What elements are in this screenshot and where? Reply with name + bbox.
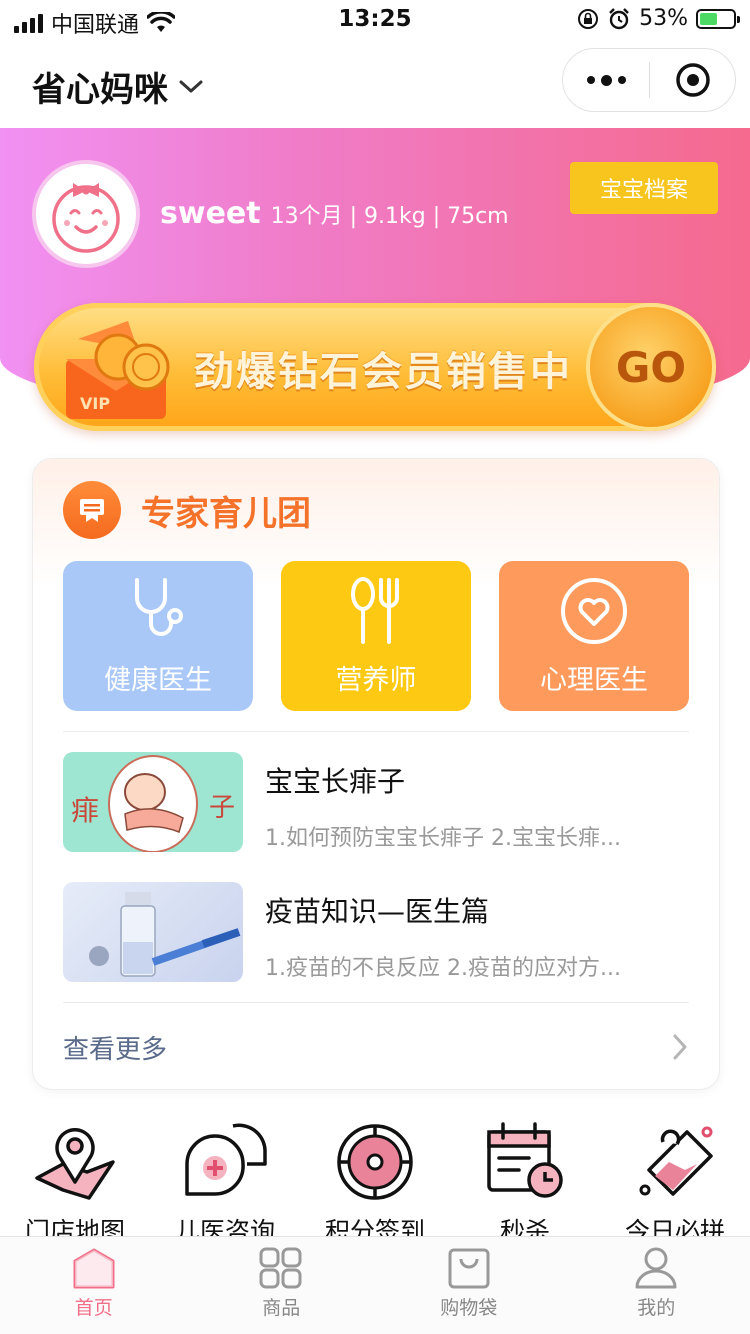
grid-icon xyxy=(259,1247,302,1289)
bottom-tab-bar: 首页 商品 购物袋 我的 xyxy=(0,1236,750,1334)
baby-summary: sweet 13个月 | 9.1kg | 75cm xyxy=(160,196,509,231)
vaccine-vial-illustration xyxy=(89,892,241,977)
more-options-button[interactable] xyxy=(563,49,649,111)
status-bar: 中国联通 13:25 53% xyxy=(0,0,750,40)
chevron-down-icon xyxy=(179,80,203,92)
expert-parenting-card: 专家育儿团 健康医生 营养师 心理医生 痱 子 宝宝长痱子 1.如何预防宝宝长痱… xyxy=(32,458,720,1090)
group-buy-icon xyxy=(630,1120,720,1204)
vip-promo-banner[interactable]: VIP 劲爆钻石会员销售中 GO xyxy=(34,303,716,431)
baby-archive-button[interactable]: 宝宝档案 xyxy=(570,162,718,214)
close-miniprogram-button[interactable] xyxy=(650,62,735,98)
more-dot-icon xyxy=(586,76,595,84)
vip-coins-icon: VIP xyxy=(66,321,170,419)
quick-label: 儿医咨询 xyxy=(174,1217,275,1236)
quick-label: 秒杀 xyxy=(499,1217,550,1236)
medical-chat-icon xyxy=(180,1120,270,1204)
page-title: 省心妈咪 xyxy=(32,70,168,110)
tile-health-doctor[interactable]: 健康医生 xyxy=(63,561,253,711)
battery-percent: 53% xyxy=(639,6,688,31)
article-text: 宝宝长痱子 1.如何预防宝宝长痱子 2.宝宝长痱... xyxy=(265,752,689,852)
points-checkin-icon xyxy=(330,1120,420,1204)
quick-label: 今日必拼 xyxy=(624,1217,725,1236)
article-thumbnail xyxy=(63,882,243,982)
baby-name: sweet xyxy=(160,196,261,231)
thumb-char-left: 痱 xyxy=(71,794,99,827)
vip-label: VIP xyxy=(80,394,110,413)
article-description: 1.如何预防宝宝长痱子 2.宝宝长痱... xyxy=(265,826,621,851)
stethoscope-icon xyxy=(135,578,183,636)
home-icon xyxy=(73,1248,115,1289)
quick-points-checkin[interactable]: 积分签到 xyxy=(300,1120,450,1236)
article-thumbnail: 痱 子 xyxy=(63,752,243,852)
quick-flash-sale[interactable]: 秒杀 xyxy=(450,1120,600,1236)
chevron-right-icon xyxy=(673,1034,687,1060)
bookmark-badge-icon xyxy=(63,481,121,539)
tab-label: 购物袋 xyxy=(440,1297,498,1319)
more-dot-icon xyxy=(617,76,626,84)
app-title-switcher[interactable]: 省心妈咪 xyxy=(32,62,204,111)
tab-label: 我的 xyxy=(637,1297,676,1319)
tile-label: 心理医生 xyxy=(540,665,648,696)
more-dot-icon xyxy=(600,74,612,86)
quick-entry-row: 门店地图 儿医咨询 积分签到 秒杀 今日必拼 xyxy=(0,1120,750,1236)
expert-tiles: 健康医生 营养师 心理医生 xyxy=(63,561,689,711)
quick-label: 门店地图 xyxy=(24,1217,125,1236)
card-divider xyxy=(63,1002,689,1003)
article-description: 1.疫苗的不良反应 2.疫苗的应对方... xyxy=(265,956,621,981)
baby-stats: 13个月 | 9.1kg | 75cm xyxy=(270,204,509,229)
tile-label: 健康医生 xyxy=(104,665,212,696)
baby-sleeping-illustration: 痱 子 xyxy=(71,755,235,852)
user-icon xyxy=(635,1247,677,1289)
thumb-char-right: 子 xyxy=(209,793,235,823)
tile-label: 营养师 xyxy=(335,665,417,696)
view-more-link[interactable]: 查看更多 xyxy=(63,1027,689,1067)
article-title: 疫苗知识—医生篇 xyxy=(265,895,490,928)
spoon-fork-icon xyxy=(351,577,399,644)
quick-group-buy[interactable]: 今日必拼 xyxy=(600,1120,750,1236)
view-more-label: 查看更多 xyxy=(63,1034,168,1065)
quick-pediatric-consult[interactable]: 儿医咨询 xyxy=(150,1120,300,1236)
tab-label: 首页 xyxy=(74,1297,113,1319)
promo-text: 劲爆钻石会员销售中 xyxy=(194,349,572,395)
map-pin-icon xyxy=(30,1120,120,1204)
battery-fill xyxy=(700,12,717,25)
baby-face-icon xyxy=(52,183,120,253)
bag-icon xyxy=(448,1248,490,1289)
tab-home[interactable]: 首页 xyxy=(0,1237,188,1334)
target-icon xyxy=(675,63,710,97)
expert-section-title: 专家育儿团 xyxy=(141,493,311,534)
nav-bar: 省心妈咪 xyxy=(0,40,750,128)
tab-shopping-bag[interactable]: 购物袋 xyxy=(375,1237,563,1334)
alarm-icon xyxy=(609,7,629,29)
article-item-vaccine[interactable]: 疫苗知识—医生篇 1.疫苗的不良反应 2.疫苗的应对方... xyxy=(63,882,689,982)
quick-store-map[interactable]: 门店地图 xyxy=(0,1120,150,1236)
miniprogram-capsule xyxy=(562,48,736,112)
tile-psychologist[interactable]: 心理医生 xyxy=(499,561,689,711)
calendar-clock-icon xyxy=(480,1120,570,1204)
article-title: 宝宝长痱子 xyxy=(265,765,406,798)
tile-nutritionist[interactable]: 营养师 xyxy=(281,561,471,711)
tab-label: 商品 xyxy=(262,1297,301,1319)
baby-avatar[interactable] xyxy=(32,160,140,268)
quick-label: 积分签到 xyxy=(324,1217,425,1236)
tab-products[interactable]: 商品 xyxy=(188,1237,376,1334)
card-divider xyxy=(63,731,689,732)
article-item-prickly-heat[interactable]: 痱 子 宝宝长痱子 1.如何预防宝宝长痱子 2.宝宝长痱... xyxy=(63,752,689,852)
tab-profile[interactable]: 我的 xyxy=(563,1237,750,1334)
article-text: 疫苗知识—医生篇 1.疫苗的不良反应 2.疫苗的应对方... xyxy=(265,882,689,982)
status-right: 53% xyxy=(577,6,740,31)
promo-go-button[interactable]: GO xyxy=(590,307,712,427)
rotation-lock-icon xyxy=(578,8,599,29)
card-header: 专家育儿团 xyxy=(63,481,311,539)
heart-circle-icon xyxy=(561,578,627,644)
battery-icon xyxy=(696,8,740,29)
